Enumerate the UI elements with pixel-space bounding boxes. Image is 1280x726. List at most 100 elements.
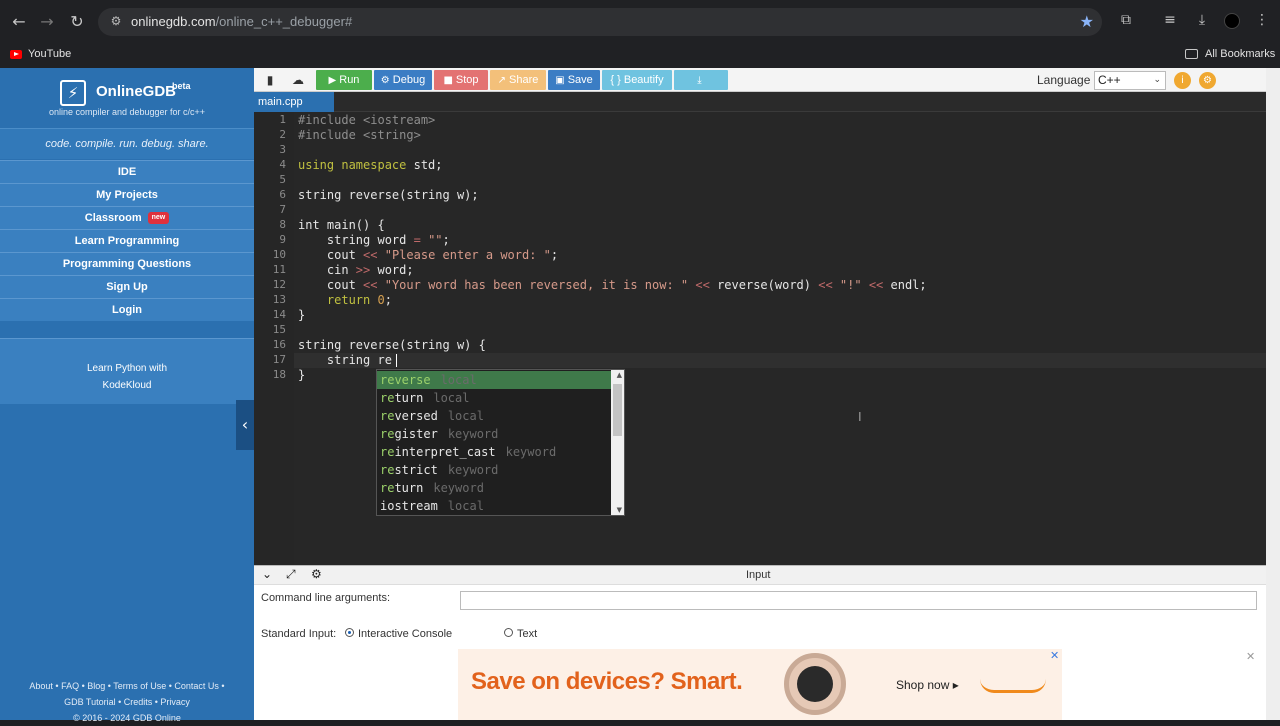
beautify-button[interactable]: { } Beautify bbox=[602, 70, 672, 90]
brand-name[interactable]: OnlineGDB bbox=[96, 83, 176, 100]
ad-close-icon[interactable]: ✕ bbox=[1050, 649, 1059, 662]
page-scrollbar[interactable] bbox=[1266, 68, 1280, 720]
line-number: 4 bbox=[279, 158, 286, 171]
autocomplete-scrollbar[interactable]: ▲ ▼ bbox=[611, 370, 624, 515]
footer-copyright: © 2016 - 2024 GDB Online bbox=[73, 713, 181, 723]
upload-icon[interactable]: ☁ bbox=[288, 71, 308, 89]
bolt-logo-icon[interactable]: ⚡ bbox=[60, 80, 86, 106]
language-select[interactable]: C++ ⌄ bbox=[1094, 71, 1166, 90]
line-number: 12 bbox=[272, 278, 286, 291]
stop-button[interactable]: ■ Stop bbox=[434, 70, 488, 90]
line-number: 11 bbox=[272, 263, 286, 276]
line-number: 17 bbox=[272, 353, 286, 366]
radio-text[interactable] bbox=[504, 628, 513, 637]
autocomplete-item[interactable]: return local bbox=[377, 389, 612, 407]
code-line-18: } bbox=[298, 368, 306, 382]
line-number: 9 bbox=[279, 233, 286, 246]
beta-label: beta bbox=[172, 81, 191, 91]
sidebar-item-my-projects[interactable]: My Projects bbox=[0, 183, 254, 206]
line-number: 8 bbox=[279, 218, 286, 231]
footer-links[interactable]: About • FAQ • Blog • Terms of Use • Cont… bbox=[0, 678, 254, 726]
forward-icon[interactable]: → bbox=[36, 11, 58, 33]
autocomplete-item[interactable]: restrict keyword bbox=[377, 461, 612, 479]
settings-gear-icon[interactable]: ⚙ bbox=[1199, 72, 1216, 89]
advertisement[interactable]: Save on devices? Smart. Shop now ▸ ✕ bbox=[458, 649, 1062, 720]
autocomplete-item[interactable]: reinterpret_cast keyword bbox=[377, 443, 612, 461]
run-button[interactable]: ▶ Run bbox=[316, 70, 372, 90]
ad-dismiss-icon[interactable]: ✕ bbox=[1246, 650, 1255, 663]
bookmark-star-icon[interactable]: ★ bbox=[1080, 12, 1094, 31]
bookmark-youtube[interactable]: YouTube bbox=[28, 48, 71, 60]
radio-interactive-console-label[interactable]: Interactive Console bbox=[358, 628, 452, 640]
code-line-14: } bbox=[298, 308, 306, 322]
sidebar-item-ide[interactable]: IDE bbox=[0, 160, 254, 183]
save-button[interactable]: ▣ Save bbox=[548, 70, 600, 90]
sidebar-item-programming-questions[interactable]: Programming Questions bbox=[0, 252, 254, 275]
reload-icon[interactable]: ↻ bbox=[66, 11, 88, 33]
debug-button[interactable]: ⚙ Debug bbox=[374, 70, 432, 90]
autocomplete-popup[interactable]: reverse local return local reversed local r… bbox=[376, 369, 625, 516]
line-number: 1 bbox=[279, 113, 286, 126]
footer-line-1[interactable]: About • FAQ • Blog • Terms of Use • Cont… bbox=[0, 678, 254, 694]
autocomplete-item[interactable]: iostream local bbox=[377, 497, 612, 515]
line-number-gutter: 1 2 3 4 5 6 7 8 9 10 11 12 13 14 15 16 1… bbox=[254, 112, 294, 565]
line-number: 3 bbox=[279, 143, 286, 156]
media-icon[interactable]: ≡ bbox=[1160, 12, 1180, 32]
chevron-down-icon: ⌄ bbox=[1153, 75, 1161, 85]
radio-text-label[interactable]: Text bbox=[517, 628, 537, 640]
line-number: 7 bbox=[279, 203, 286, 216]
tab-main-cpp[interactable]: main.cpp bbox=[254, 92, 334, 112]
ide-toolbar: ▮ ☁ ▶ Run ⚙ Debug ■ Stop ↗ Share ▣ Save { } B… bbox=[254, 68, 1280, 92]
new-file-icon[interactable]: ▮ bbox=[260, 71, 280, 89]
line-number: 16 bbox=[272, 338, 286, 351]
autocomplete-item[interactable]: reverse local bbox=[377, 371, 612, 389]
youtube-icon[interactable] bbox=[10, 50, 22, 59]
line-number: 6 bbox=[279, 188, 286, 201]
autocomplete-item[interactable]: register keyword bbox=[377, 425, 612, 443]
menu-icon[interactable]: ⋮ bbox=[1252, 12, 1272, 32]
radio-interactive-console[interactable] bbox=[345, 628, 354, 637]
code-line-10: cout << "Please enter a word: "; bbox=[298, 248, 559, 262]
ad-headline[interactable]: Save on devices? Smart. bbox=[471, 668, 743, 696]
active-line-highlight bbox=[294, 353, 1266, 368]
sidebar: ⚡ OnlineGDB beta online compiler and deb… bbox=[0, 68, 254, 723]
code-line-4: using namespace std; bbox=[298, 158, 443, 172]
new-badge: new bbox=[147, 212, 170, 225]
info-icon[interactable]: i bbox=[1174, 72, 1191, 89]
gear-icon[interactable]: ⚙ bbox=[311, 567, 322, 581]
share-button[interactable]: ↗ Share bbox=[490, 70, 546, 90]
promo-link[interactable]: Learn Python with KodeKloud bbox=[0, 338, 254, 404]
autocomplete-item[interactable]: return keyword bbox=[377, 479, 612, 497]
footer-line-2[interactable]: GDB Tutorial • Credits • Privacy bbox=[0, 694, 254, 710]
download-arrow-icon: ⤓ bbox=[697, 75, 702, 86]
extensions-icon[interactable]: ⧉ bbox=[1116, 12, 1136, 32]
collapse-chevron-icon[interactable]: ⌄ bbox=[262, 567, 272, 581]
command-line-args-input[interactable] bbox=[460, 591, 1257, 610]
code-line-1: #include <iostream> bbox=[298, 113, 436, 127]
line-number: 5 bbox=[279, 173, 286, 186]
collapse-sidebar-icon[interactable]: ‹ bbox=[236, 400, 254, 450]
smartwatch-image bbox=[784, 653, 846, 715]
all-bookmarks[interactable]: All Bookmarks bbox=[1205, 48, 1275, 60]
address-bar[interactable]: ⚙ onlinegdb.com/online_c++_debugger# ★ bbox=[98, 8, 1102, 36]
bookmarks-bar: YouTube All Bookmarks bbox=[0, 44, 1280, 68]
autocomplete-item[interactable]: reversed local bbox=[377, 407, 612, 425]
expand-icon[interactable]: ⤢ bbox=[286, 567, 296, 582]
code-line-16: string reverse(string w) { bbox=[298, 338, 486, 352]
download-icon[interactable]: ⤓ bbox=[1192, 12, 1212, 32]
profile-avatar[interactable] bbox=[1224, 13, 1240, 29]
sidebar-item-learn-programming[interactable]: Learn Programming bbox=[0, 229, 254, 252]
scroll-thumb[interactable] bbox=[613, 384, 622, 436]
line-number: 2 bbox=[279, 128, 286, 141]
scroll-up-icon[interactable]: ▲ bbox=[617, 371, 622, 379]
sidebar-item-sign-up[interactable]: Sign Up bbox=[0, 275, 254, 298]
watch-face bbox=[797, 666, 833, 702]
scroll-down-icon[interactable]: ▼ bbox=[617, 506, 622, 514]
sidebar-item-login[interactable]: Login bbox=[0, 298, 254, 321]
sidebar-item-classroom[interactable]: Classroom new bbox=[0, 206, 254, 229]
download-code-button[interactable]: ⤓ bbox=[674, 70, 728, 90]
code-line-17: string re bbox=[298, 353, 392, 367]
back-icon[interactable]: ← bbox=[8, 11, 30, 33]
site-info-icon[interactable]: ⚙ bbox=[108, 14, 124, 30]
ad-shop-now[interactable]: Shop now ▸ bbox=[896, 678, 959, 692]
